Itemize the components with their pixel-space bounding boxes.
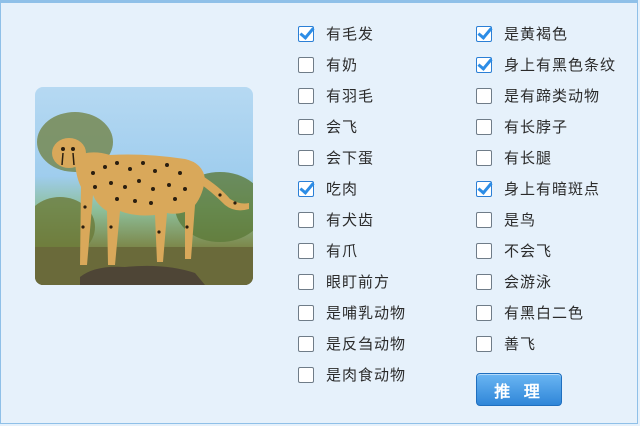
checkbox-unchecked[interactable]	[298, 242, 314, 259]
checkbox-unchecked[interactable]	[298, 335, 314, 352]
feature-checkbox-item[interactable]: 会游泳	[476, 266, 616, 297]
checkbox-unchecked[interactable]	[298, 56, 314, 73]
feature-label: 是反刍动物	[326, 335, 407, 353]
feature-label: 会游泳	[504, 273, 553, 291]
feature-label: 身上有黑色条纹	[504, 56, 617, 74]
feature-label: 是肉食动物	[326, 366, 407, 384]
checkbox-unchecked[interactable]	[476, 149, 492, 166]
feature-label: 身上有暗斑点	[504, 180, 601, 198]
checkbox-checked[interactable]	[298, 180, 314, 197]
feature-checkbox-item[interactable]: 有犬齿	[298, 204, 406, 235]
feature-label: 是哺乳动物	[326, 304, 407, 322]
feature-label: 眼盯前方	[326, 273, 391, 291]
feature-checkbox-item[interactable]: 吃肉	[298, 173, 406, 204]
feature-checkbox-item[interactable]: 善飞	[476, 328, 616, 359]
feature-checkbox-item[interactable]: 是鸟	[476, 204, 616, 235]
animal-photo	[35, 87, 253, 285]
feature-checkbox-item[interactable]: 有奶	[298, 49, 406, 80]
checkbox-checked[interactable]	[476, 180, 492, 197]
left-checkbox-column: 有毛发有奶有羽毛会飞会下蛋吃肉有犬齿有爪眼盯前方是哺乳动物是反刍动物是肉食动物	[298, 18, 406, 390]
checkbox-unchecked[interactable]	[298, 273, 314, 290]
feature-checkbox-item[interactable]: 有爪	[298, 235, 406, 266]
feature-checkbox-item[interactable]: 身上有黑色条纹	[476, 49, 616, 80]
checkbox-unchecked[interactable]	[476, 304, 492, 321]
feature-checkbox-item[interactable]: 有羽毛	[298, 80, 406, 111]
feature-label: 有奶	[326, 56, 359, 74]
feature-checkbox-item[interactable]: 会飞	[298, 111, 406, 142]
feature-checkbox-item[interactable]: 有长腿	[476, 142, 616, 173]
infer-button[interactable]: 推 理	[476, 373, 562, 406]
feature-label: 会飞	[326, 118, 359, 136]
feature-label: 有长脖子	[504, 118, 569, 136]
feature-label: 有长腿	[504, 149, 553, 167]
feature-label: 有爪	[326, 242, 359, 260]
feature-checkbox-item[interactable]: 有长脖子	[476, 111, 616, 142]
feature-label: 有黑白二色	[504, 304, 585, 322]
checkbox-unchecked[interactable]	[476, 242, 492, 259]
checkbox-unchecked[interactable]	[476, 335, 492, 352]
feature-checkbox-item[interactable]: 眼盯前方	[298, 266, 406, 297]
checkbox-unchecked[interactable]	[298, 211, 314, 228]
feature-label: 善飞	[504, 335, 537, 353]
right-checkbox-column: 是黄褐色身上有黑色条纹 是有蹄类动物 有长脖子有长腿身上有暗斑点 是鸟不会飞会游泳有黑…	[476, 18, 616, 359]
checkbox-unchecked[interactable]	[298, 304, 314, 321]
feature-checkbox-item[interactable]: 是哺乳动物	[298, 297, 406, 328]
feature-checkbox-item[interactable]: 是有蹄类动物	[476, 80, 616, 111]
checkbox-checked[interactable]	[298, 25, 314, 42]
checkbox-unchecked[interactable]	[476, 118, 492, 135]
feature-label: 是鸟	[504, 211, 537, 229]
feature-label: 是有蹄类动物	[504, 87, 601, 105]
feature-label: 有羽毛	[326, 87, 375, 105]
feature-checkbox-item[interactable]: 有毛发	[298, 18, 406, 49]
checkbox-unchecked[interactable]	[298, 149, 314, 166]
feature-label: 有毛发	[326, 25, 375, 43]
feature-label: 有犬齿	[326, 211, 375, 229]
checkbox-checked[interactable]	[476, 56, 492, 73]
feature-label: 是黄褐色	[504, 25, 569, 43]
feature-checkbox-item[interactable]: 是反刍动物	[298, 328, 406, 359]
feature-label: 不会飞	[504, 242, 553, 260]
checkbox-unchecked[interactable]	[298, 366, 314, 383]
feature-checkbox-item[interactable]: 会下蛋	[298, 142, 406, 173]
checkbox-unchecked[interactable]	[476, 211, 492, 228]
feature-checkbox-item[interactable]: 有黑白二色	[476, 297, 616, 328]
checkbox-unchecked[interactable]	[298, 118, 314, 135]
feature-label: 吃肉	[326, 180, 359, 198]
feature-label: 会下蛋	[326, 149, 375, 167]
feature-checkbox-item[interactable]: 不会飞	[476, 235, 616, 266]
feature-checkbox-item[interactable]: 是黄褐色	[476, 18, 616, 49]
feature-checkbox-item[interactable]: 是肉食动物	[298, 359, 406, 390]
checkbox-unchecked[interactable]	[476, 273, 492, 290]
checkbox-checked[interactable]	[476, 25, 492, 42]
feature-checkbox-item[interactable]: 身上有暗斑点	[476, 173, 616, 204]
checkbox-unchecked[interactable]	[476, 87, 492, 104]
cheetah-illustration	[35, 112, 253, 285]
checkbox-unchecked[interactable]	[298, 87, 314, 104]
